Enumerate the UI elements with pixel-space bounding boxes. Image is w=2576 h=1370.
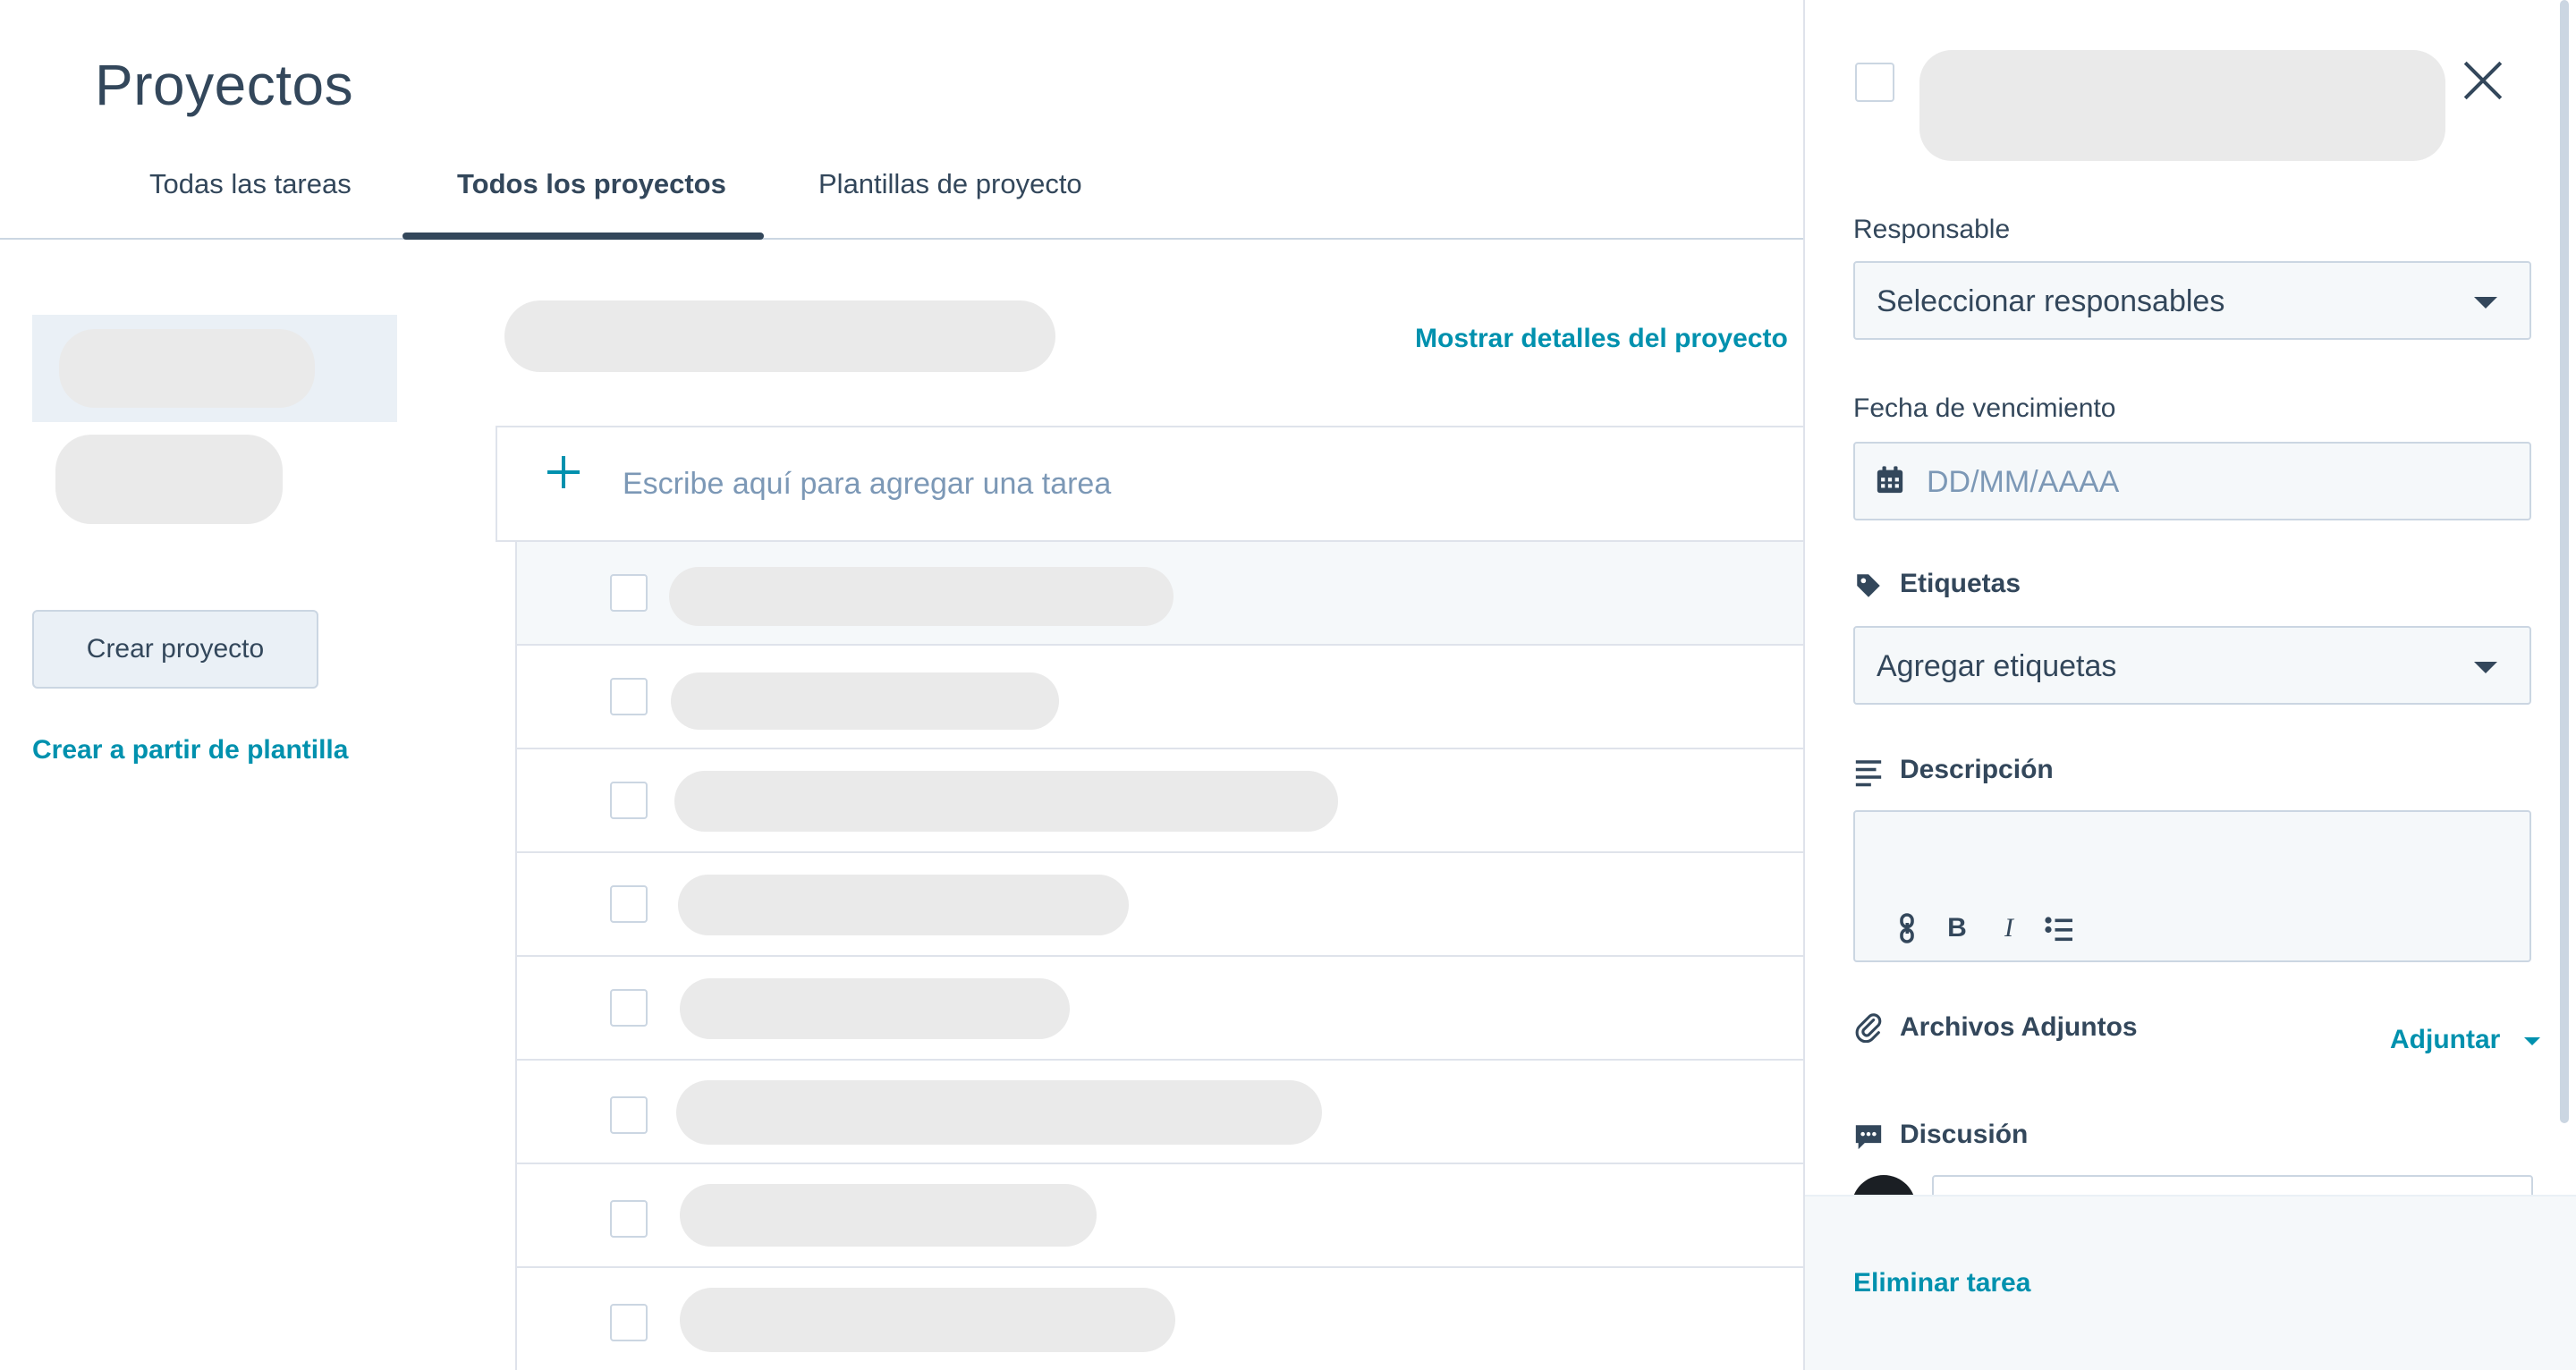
add-task-placeholder: Escribe aquí para agregar una tarea bbox=[623, 467, 1112, 501]
task-row[interactable] bbox=[517, 1268, 1805, 1370]
chevron-down-icon[interactable] bbox=[2524, 1037, 2540, 1045]
assignee-select[interactable]: Seleccionar responsables bbox=[1853, 261, 2531, 340]
create-project-button[interactable]: Crear proyecto bbox=[32, 610, 318, 689]
tab-project-templates[interactable]: Plantillas de proyecto bbox=[818, 168, 1082, 200]
align-left-icon bbox=[1855, 760, 1882, 787]
create-from-template-link[interactable]: Crear a partir de plantilla bbox=[32, 735, 348, 765]
task-row[interactable] bbox=[517, 542, 1805, 646]
bold-icon[interactable]: B bbox=[1941, 912, 1973, 944]
attachments-label: Archivos Adjuntos bbox=[1900, 1012, 2138, 1042]
task-checkbox[interactable] bbox=[610, 574, 648, 612]
task-checkbox[interactable] bbox=[610, 678, 648, 715]
sidebar-item-placeholder bbox=[59, 329, 315, 408]
assignee-select-value: Seleccionar responsables bbox=[1877, 284, 2225, 318]
discussion-label: Discusión bbox=[1900, 1120, 2029, 1149]
show-project-details-link[interactable]: Mostrar detalles del proyecto bbox=[1415, 324, 1788, 354]
task-checkbox[interactable] bbox=[610, 1200, 648, 1238]
sidebar-item-selected[interactable] bbox=[32, 315, 397, 422]
active-tab-indicator bbox=[402, 233, 764, 240]
assignee-label: Responsable bbox=[1853, 215, 2011, 244]
plus-icon[interactable] bbox=[546, 454, 581, 490]
panel-scrollbar[interactable] bbox=[2560, 0, 2569, 1123]
task-name-placeholder bbox=[669, 567, 1174, 626]
link-icon[interactable] bbox=[1891, 912, 1923, 944]
task-row[interactable] bbox=[517, 853, 1805, 957]
task-name-placeholder bbox=[680, 1288, 1175, 1352]
task-complete-checkbox[interactable] bbox=[1855, 63, 1894, 102]
tags-label: Etiquetas bbox=[1900, 569, 2021, 598]
paperclip-icon bbox=[1855, 1013, 1882, 1043]
tags-select[interactable]: Agregar etiquetas bbox=[1853, 626, 2531, 705]
due-date-input[interactable]: DD/MM/AAAA bbox=[1853, 442, 2531, 520]
task-name-placeholder bbox=[674, 771, 1338, 832]
tab-all-tasks[interactable]: Todas las tareas bbox=[149, 168, 352, 200]
due-date-label: Fecha de vencimiento bbox=[1853, 393, 2116, 423]
due-date-placeholder: DD/MM/AAAA bbox=[1927, 465, 2120, 499]
task-checkbox[interactable] bbox=[610, 782, 648, 819]
italic-icon[interactable]: I bbox=[1993, 912, 2025, 944]
add-task-input[interactable]: Escribe aquí para agregar una tarea bbox=[496, 426, 1803, 542]
task-name-placeholder bbox=[680, 978, 1070, 1039]
chat-icon bbox=[1855, 1125, 1882, 1150]
task-row[interactable] bbox=[517, 646, 1805, 749]
task-name-placeholder bbox=[676, 1080, 1322, 1145]
task-checkbox[interactable] bbox=[610, 1304, 648, 1341]
task-name-placeholder bbox=[678, 875, 1129, 935]
task-checkbox[interactable] bbox=[610, 885, 648, 923]
task-row[interactable] bbox=[517, 749, 1805, 853]
task-checkbox[interactable] bbox=[610, 1096, 648, 1134]
tags-select-value: Agregar etiquetas bbox=[1877, 649, 2117, 683]
task-name-placeholder bbox=[680, 1184, 1097, 1247]
calendar-icon bbox=[1877, 466, 1903, 494]
chevron-down-icon bbox=[2474, 662, 2497, 673]
task-checkbox[interactable] bbox=[610, 989, 648, 1027]
list-icon[interactable] bbox=[2043, 912, 2075, 944]
task-name-placeholder bbox=[671, 672, 1059, 730]
description-label: Descripción bbox=[1900, 755, 2054, 784]
task-row[interactable] bbox=[517, 957, 1805, 1061]
task-list bbox=[515, 542, 1805, 1370]
tag-icon bbox=[1857, 574, 1880, 597]
page-title: Proyectos bbox=[95, 53, 354, 117]
task-row[interactable] bbox=[517, 1164, 1805, 1268]
close-icon[interactable] bbox=[2463, 61, 2503, 100]
tab-all-projects[interactable]: Todos los proyectos bbox=[457, 168, 726, 200]
task-detail-panel: Responsable Seleccionar responsables Fec… bbox=[1803, 0, 2576, 1370]
attach-dropdown-button[interactable]: Adjuntar bbox=[2390, 1025, 2500, 1055]
tab-bar: Todas las tareas Todos los proyectos Pla… bbox=[0, 150, 1803, 240]
task-title-placeholder[interactable] bbox=[1919, 50, 2445, 161]
project-name-placeholder bbox=[504, 300, 1055, 372]
delete-task-link[interactable]: Eliminar tarea bbox=[1853, 1268, 2030, 1298]
panel-footer: Eliminar tarea bbox=[1805, 1195, 2576, 1370]
chevron-down-icon bbox=[2474, 297, 2497, 309]
description-editor[interactable]: B I bbox=[1853, 810, 2531, 962]
task-row[interactable] bbox=[517, 1061, 1805, 1164]
sidebar-item-placeholder[interactable] bbox=[55, 435, 283, 524]
